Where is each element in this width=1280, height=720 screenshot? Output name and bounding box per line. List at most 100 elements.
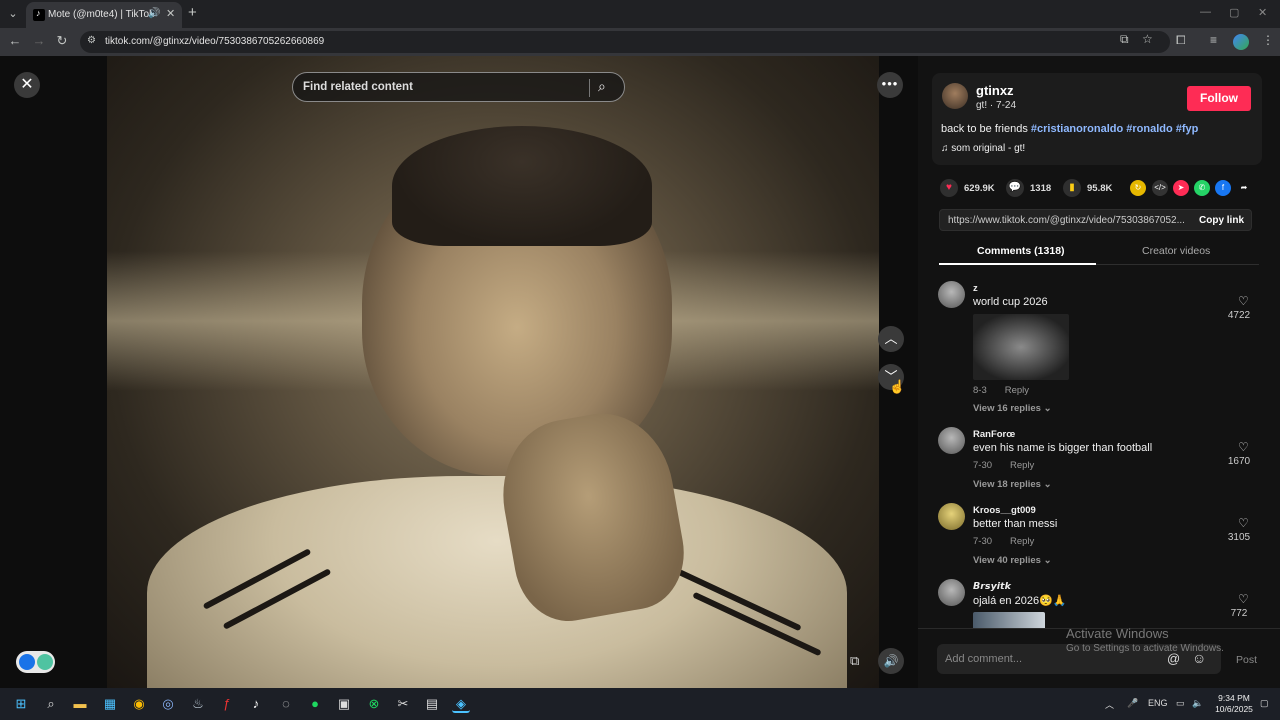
heart-icon[interactable]: ♥ bbox=[940, 179, 958, 197]
site-info-icon[interactable]: ⚙ bbox=[87, 35, 96, 46]
volume-icon[interactable]: 🔈 bbox=[1192, 698, 1203, 709]
discord-icon[interactable]: ◎ bbox=[159, 695, 177, 713]
forward-icon[interactable]: → bbox=[30, 33, 48, 48]
language-indicator[interactable]: ENG bbox=[1148, 698, 1168, 708]
media-controls-icon[interactable]: ≡ bbox=[1210, 33, 1217, 47]
picture-in-picture-icon[interactable]: ⧉ bbox=[850, 653, 859, 669]
comment-like-icon[interactable]: ♡ bbox=[1238, 440, 1249, 454]
video-frame[interactable] bbox=[107, 56, 879, 688]
bookmark-icon[interactable]: ▮ bbox=[1063, 179, 1081, 197]
maximize-icon[interactable]: ▢ bbox=[1229, 6, 1239, 19]
reload-icon[interactable]: ↻ bbox=[53, 33, 71, 49]
commenter-avatar[interactable] bbox=[938, 579, 965, 606]
commenter-avatar[interactable] bbox=[938, 281, 965, 308]
network-icon[interactable]: ▭ bbox=[1176, 698, 1185, 709]
tab-comments[interactable]: Comments (1318) bbox=[977, 245, 1065, 257]
embed-icon[interactable]: </> bbox=[1152, 180, 1168, 196]
commenter-avatar[interactable] bbox=[938, 427, 965, 454]
microphone-icon[interactable]: 🎤 bbox=[1127, 698, 1138, 709]
tf-app-icon[interactable]: ƒ bbox=[218, 695, 236, 713]
browser-menu-icon[interactable]: ⋮ bbox=[1262, 33, 1274, 47]
install-app-icon[interactable]: ⧉ bbox=[1120, 32, 1129, 47]
music-info[interactable]: ♫ som original - gt! bbox=[941, 143, 1025, 154]
app-icon[interactable]: ▤ bbox=[423, 695, 441, 713]
tab-creator-videos[interactable]: Creator videos bbox=[1142, 245, 1210, 257]
repost-icon[interactable]: ↻ bbox=[1130, 180, 1146, 196]
whatsapp-icon[interactable]: ✆ bbox=[1194, 180, 1210, 196]
view-replies-label[interactable]: View 18 replies bbox=[973, 479, 1041, 490]
app-icon[interactable]: ◌ bbox=[277, 695, 295, 713]
close-video-button[interactable]: ✕ bbox=[14, 72, 40, 98]
xbox-icon[interactable]: ⊗ bbox=[365, 695, 383, 713]
tray-overflow-icon[interactable]: ︿ bbox=[1105, 698, 1114, 711]
chrome-icon[interactable]: ◉ bbox=[130, 695, 148, 713]
tab-search-icon[interactable]: ⌄ bbox=[4, 5, 22, 23]
view-replies-button[interactable]: View 16 replies ⌄ bbox=[973, 403, 1052, 414]
extension-icon[interactable] bbox=[19, 654, 35, 670]
more-options-button[interactable]: ••• bbox=[877, 72, 903, 98]
comment-attached-image[interactable] bbox=[973, 612, 1045, 628]
reply-button[interactable]: Reply bbox=[1010, 536, 1034, 547]
hashtag-link[interactable]: #fyp bbox=[1176, 123, 1199, 135]
author-name[interactable]: gtinxz bbox=[976, 83, 1014, 98]
commenter-name[interactable]: RanForœ bbox=[973, 429, 1015, 440]
commenter-name[interactable]: 𝘽𝙧𝙨𝙮𝙞𝙩𝙠 bbox=[973, 581, 1011, 592]
video-player: ✕ Find related content ⌕ ••• ︿ ﹀ ☝ ⧉ 🔊 bbox=[0, 56, 918, 688]
view-replies-button[interactable]: View 18 replies ⌄ bbox=[973, 479, 1052, 490]
reply-button[interactable]: Reply bbox=[1010, 460, 1034, 471]
extension-widget[interactable] bbox=[16, 651, 55, 673]
follow-button[interactable]: Follow bbox=[1187, 86, 1251, 111]
share-link-url[interactable]: https://www.tiktok.com/@gtinxz/video/753… bbox=[948, 215, 1188, 226]
previous-video-button[interactable]: ︿ bbox=[878, 326, 904, 352]
commenter-name[interactable]: z bbox=[973, 283, 978, 294]
comment-attached-image[interactable] bbox=[973, 314, 1069, 380]
profile-avatar[interactable] bbox=[1233, 34, 1249, 50]
send-to-friends-icon[interactable]: ➤ bbox=[1173, 180, 1189, 196]
tab-audio-icon[interactable]: 🔊 bbox=[148, 8, 160, 19]
view-replies-label[interactable]: View 40 replies bbox=[973, 555, 1041, 566]
facebook-icon[interactable]: f bbox=[1215, 180, 1231, 196]
extension-power-icon[interactable] bbox=[37, 654, 53, 670]
windows-start-icon[interactable]: ⊞ bbox=[12, 695, 30, 713]
capcut-icon[interactable]: ✂ bbox=[394, 695, 412, 713]
tab-close-icon[interactable]: ✕ bbox=[166, 7, 175, 20]
back-icon[interactable]: ← bbox=[6, 33, 24, 48]
file-explorer-icon[interactable]: ▬ bbox=[71, 695, 89, 713]
search-icon[interactable]: ⌕ bbox=[42, 695, 60, 713]
reply-button[interactable]: Reply bbox=[1005, 385, 1029, 396]
new-tab-icon[interactable]: + bbox=[188, 4, 197, 21]
commenter-avatar[interactable] bbox=[938, 503, 965, 530]
store-icon[interactable]: ▦ bbox=[101, 695, 119, 713]
view-replies-label[interactable]: View 16 replies bbox=[973, 403, 1041, 414]
find-related-search[interactable]: Find related content ⌕ bbox=[292, 72, 625, 102]
notifications-icon[interactable]: ▢ bbox=[1260, 698, 1269, 709]
comment-like-icon[interactable]: ♡ bbox=[1238, 294, 1249, 308]
system-clock[interactable]: 9:34 PM 10/6/2025 bbox=[1212, 693, 1256, 715]
share-arrow-icon[interactable]: ➦ bbox=[1236, 180, 1252, 196]
music-title[interactable]: som original - gt! bbox=[951, 143, 1025, 154]
tiktok-app-icon[interactable]: ♪ bbox=[247, 695, 265, 713]
volume-button[interactable]: 🔊 bbox=[878, 648, 904, 674]
spotify-icon[interactable]: ● bbox=[306, 695, 324, 713]
minimize-icon[interactable]: — bbox=[1200, 6, 1211, 18]
copy-link-button[interactable]: Copy link bbox=[1199, 215, 1244, 226]
address-url[interactable]: tiktok.com/@gtinxz/video/753038670526266… bbox=[105, 36, 324, 47]
hashtag-link[interactable]: #cristianoronaldo bbox=[1031, 123, 1123, 135]
active-app-icon[interactable]: ◈ bbox=[452, 695, 470, 713]
search-icon[interactable]: ⌕ bbox=[598, 78, 606, 95]
browser-tab[interactable]: Mote (@m0te4) | TikTok 🔊 ✕ bbox=[26, 2, 182, 28]
hashtag-link[interactable]: #ronaldo bbox=[1126, 123, 1172, 135]
comment-bubble-icon[interactable]: 💬 bbox=[1006, 179, 1024, 197]
view-replies-button[interactable]: View 40 replies ⌄ bbox=[973, 555, 1052, 566]
bookmark-star-icon[interactable]: ☆ bbox=[1142, 32, 1153, 46]
epic-games-icon[interactable]: ▣ bbox=[335, 695, 353, 713]
commenter-name[interactable]: Kroos__gt009 bbox=[973, 505, 1036, 516]
steam-icon[interactable]: ♨ bbox=[189, 695, 207, 713]
extensions-icon[interactable]: ⧠ bbox=[1176, 33, 1186, 48]
comment-like-icon[interactable]: ♡ bbox=[1238, 592, 1249, 606]
comment-like-icon[interactable]: ♡ bbox=[1238, 516, 1249, 530]
post-button[interactable]: Post bbox=[1236, 654, 1257, 666]
address-bar[interactable]: ⚙ tiktok.com/@gtinxz/video/7530386705262… bbox=[80, 31, 1170, 53]
author-avatar[interactable] bbox=[942, 83, 968, 109]
window-close-icon[interactable]: ✕ bbox=[1258, 6, 1267, 19]
